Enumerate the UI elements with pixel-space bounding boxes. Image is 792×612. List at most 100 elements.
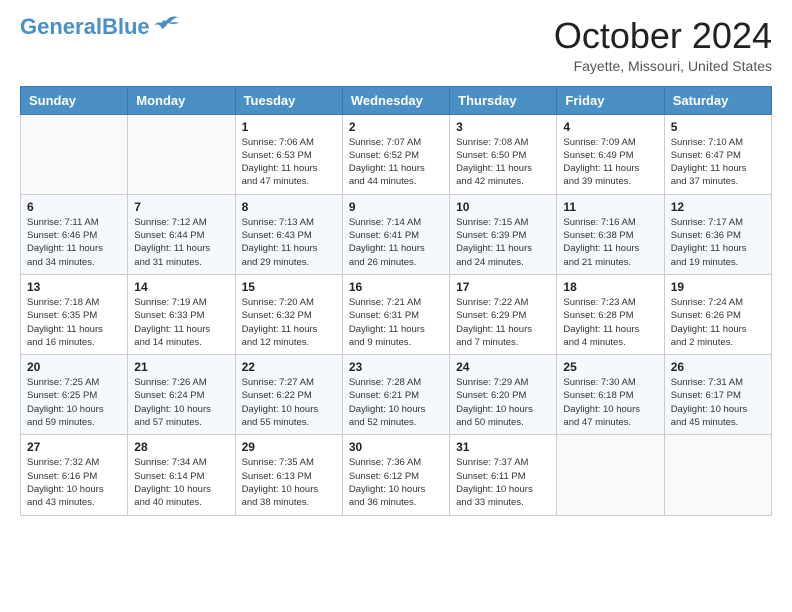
- day-cell: 1 Sunrise: 7:06 AM Sunset: 6:53 PM Daylig…: [235, 114, 342, 194]
- day-cell: 2 Sunrise: 7:07 AM Sunset: 6:52 PM Daylig…: [342, 114, 449, 194]
- day-info: Sunrise: 7:08 AM Sunset: 6:50 PM Dayligh…: [456, 136, 550, 189]
- day-cell: 26 Sunrise: 7:31 AM Sunset: 6:17 PM Dayli…: [664, 355, 771, 435]
- day-info: Sunrise: 7:20 AM Sunset: 6:32 PM Dayligh…: [242, 296, 336, 349]
- day-info: Sunrise: 7:14 AM Sunset: 6:41 PM Dayligh…: [349, 216, 443, 269]
- day-cell: 30 Sunrise: 7:36 AM Sunset: 6:12 PM Dayli…: [342, 435, 449, 515]
- day-info: Sunrise: 7:10 AM Sunset: 6:47 PM Dayligh…: [671, 136, 765, 189]
- day-info: Sunrise: 7:17 AM Sunset: 6:36 PM Dayligh…: [671, 216, 765, 269]
- day-info: Sunrise: 7:18 AM Sunset: 6:35 PM Dayligh…: [27, 296, 121, 349]
- weekday-header-saturday: Saturday: [664, 86, 771, 114]
- day-number: 1: [242, 120, 336, 134]
- week-row-5: 27 Sunrise: 7:32 AM Sunset: 6:16 PM Dayli…: [21, 435, 772, 515]
- day-number: 26: [671, 360, 765, 374]
- week-row-2: 6 Sunrise: 7:11 AM Sunset: 6:46 PM Daylig…: [21, 194, 772, 274]
- day-number: 19: [671, 280, 765, 294]
- weekday-header-friday: Friday: [557, 86, 664, 114]
- day-cell: 6 Sunrise: 7:11 AM Sunset: 6:46 PM Daylig…: [21, 194, 128, 274]
- day-cell: 9 Sunrise: 7:14 AM Sunset: 6:41 PM Daylig…: [342, 194, 449, 274]
- day-info: Sunrise: 7:13 AM Sunset: 6:43 PM Dayligh…: [242, 216, 336, 269]
- logo-text: GeneralBlue: [20, 16, 150, 38]
- day-info: Sunrise: 7:31 AM Sunset: 6:17 PM Dayligh…: [671, 376, 765, 429]
- day-cell: 19Sunrise: 7:24 AM Sunset: 6:26 PM Dayli…: [664, 274, 771, 354]
- day-info: Sunrise: 7:27 AM Sunset: 6:22 PM Dayligh…: [242, 376, 336, 429]
- day-number: 15: [242, 280, 336, 294]
- logo-blue: Blue: [102, 14, 150, 39]
- day-info: Sunrise: 7:35 AM Sunset: 6:13 PM Dayligh…: [242, 456, 336, 509]
- day-cell: 7 Sunrise: 7:12 AM Sunset: 6:44 PM Daylig…: [128, 194, 235, 274]
- day-number: 17: [456, 280, 550, 294]
- day-cell: 18 Sunrise: 7:23 AM Sunset: 6:28 PM Dayli…: [557, 274, 664, 354]
- day-cell: 3 Sunrise: 7:08 AM Sunset: 6:50 PM Daylig…: [450, 114, 557, 194]
- day-number: 21: [134, 360, 228, 374]
- day-number: 16: [349, 280, 443, 294]
- month-title: October 2024: [554, 16, 772, 56]
- day-cell: 8Sunrise: 7:13 AM Sunset: 6:43 PM Daylig…: [235, 194, 342, 274]
- day-info: Sunrise: 7:06 AM Sunset: 6:53 PM Dayligh…: [242, 136, 336, 189]
- day-info: Sunrise: 7:36 AM Sunset: 6:12 PM Dayligh…: [349, 456, 443, 509]
- day-cell: 25 Sunrise: 7:30 AM Sunset: 6:18 PM Dayli…: [557, 355, 664, 435]
- day-cell: 14 Sunrise: 7:19 AM Sunset: 6:33 PM Dayli…: [128, 274, 235, 354]
- day-number: 6: [27, 200, 121, 214]
- day-cell: 22Sunrise: 7:27 AM Sunset: 6:22 PM Dayli…: [235, 355, 342, 435]
- day-info: Sunrise: 7:22 AM Sunset: 6:29 PM Dayligh…: [456, 296, 550, 349]
- day-number: 3: [456, 120, 550, 134]
- logo-general: General: [20, 14, 102, 39]
- day-number: 14: [134, 280, 228, 294]
- day-cell: 29Sunrise: 7:35 AM Sunset: 6:13 PM Dayli…: [235, 435, 342, 515]
- day-number: 30: [349, 440, 443, 454]
- day-cell: 16Sunrise: 7:21 AM Sunset: 6:31 PM Dayli…: [342, 274, 449, 354]
- logo-bird-icon: [152, 13, 180, 33]
- day-info: Sunrise: 7:30 AM Sunset: 6:18 PM Dayligh…: [563, 376, 657, 429]
- day-info: Sunrise: 7:23 AM Sunset: 6:28 PM Dayligh…: [563, 296, 657, 349]
- weekday-header-sunday: Sunday: [21, 86, 128, 114]
- week-row-3: 13Sunrise: 7:18 AM Sunset: 6:35 PM Dayli…: [21, 274, 772, 354]
- day-cell: [128, 114, 235, 194]
- day-number: 2: [349, 120, 443, 134]
- day-cell: 10Sunrise: 7:15 AM Sunset: 6:39 PM Dayli…: [450, 194, 557, 274]
- day-number: 5: [671, 120, 765, 134]
- day-info: Sunrise: 7:07 AM Sunset: 6:52 PM Dayligh…: [349, 136, 443, 189]
- day-number: 20: [27, 360, 121, 374]
- day-info: Sunrise: 7:34 AM Sunset: 6:14 PM Dayligh…: [134, 456, 228, 509]
- day-cell: 5 Sunrise: 7:10 AM Sunset: 6:47 PM Daylig…: [664, 114, 771, 194]
- weekday-header-thursday: Thursday: [450, 86, 557, 114]
- day-info: Sunrise: 7:16 AM Sunset: 6:38 PM Dayligh…: [563, 216, 657, 269]
- page: GeneralBlue October 2024 Fayette, Missou…: [0, 0, 792, 536]
- day-info: Sunrise: 7:25 AM Sunset: 6:25 PM Dayligh…: [27, 376, 121, 429]
- location: Fayette, Missouri, United States: [554, 58, 772, 74]
- day-number: 18: [563, 280, 657, 294]
- day-cell: 24 Sunrise: 7:29 AM Sunset: 6:20 PM Dayli…: [450, 355, 557, 435]
- day-cell: 31Sunrise: 7:37 AM Sunset: 6:11 PM Dayli…: [450, 435, 557, 515]
- weekday-header-monday: Monday: [128, 86, 235, 114]
- day-number: 25: [563, 360, 657, 374]
- day-number: 28: [134, 440, 228, 454]
- day-info: Sunrise: 7:12 AM Sunset: 6:44 PM Dayligh…: [134, 216, 228, 269]
- day-info: Sunrise: 7:15 AM Sunset: 6:39 PM Dayligh…: [456, 216, 550, 269]
- weekday-header-row: SundayMondayTuesdayWednesdayThursdayFrid…: [21, 86, 772, 114]
- day-info: Sunrise: 7:37 AM Sunset: 6:11 PM Dayligh…: [456, 456, 550, 509]
- day-info: Sunrise: 7:29 AM Sunset: 6:20 PM Dayligh…: [456, 376, 550, 429]
- day-cell: [557, 435, 664, 515]
- day-cell: [21, 114, 128, 194]
- day-cell: 28 Sunrise: 7:34 AM Sunset: 6:14 PM Dayli…: [128, 435, 235, 515]
- weekday-header-tuesday: Tuesday: [235, 86, 342, 114]
- day-cell: 17 Sunrise: 7:22 AM Sunset: 6:29 PM Dayli…: [450, 274, 557, 354]
- weekday-header-wednesday: Wednesday: [342, 86, 449, 114]
- day-info: Sunrise: 7:19 AM Sunset: 6:33 PM Dayligh…: [134, 296, 228, 349]
- day-cell: 4Sunrise: 7:09 AM Sunset: 6:49 PM Daylig…: [557, 114, 664, 194]
- day-cell: 21Sunrise: 7:26 AM Sunset: 6:24 PM Dayli…: [128, 355, 235, 435]
- day-number: 27: [27, 440, 121, 454]
- day-number: 11: [563, 200, 657, 214]
- day-info: Sunrise: 7:28 AM Sunset: 6:21 PM Dayligh…: [349, 376, 443, 429]
- day-cell: 27 Sunrise: 7:32 AM Sunset: 6:16 PM Dayli…: [21, 435, 128, 515]
- day-cell: 13Sunrise: 7:18 AM Sunset: 6:35 PM Dayli…: [21, 274, 128, 354]
- calendar: SundayMondayTuesdayWednesdayThursdayFrid…: [20, 86, 772, 516]
- day-number: 9: [349, 200, 443, 214]
- day-info: Sunrise: 7:32 AM Sunset: 6:16 PM Dayligh…: [27, 456, 121, 509]
- header: GeneralBlue October 2024 Fayette, Missou…: [20, 16, 772, 74]
- day-number: 23: [349, 360, 443, 374]
- day-number: 24: [456, 360, 550, 374]
- day-number: 7: [134, 200, 228, 214]
- day-info: Sunrise: 7:11 AM Sunset: 6:46 PM Dayligh…: [27, 216, 121, 269]
- day-cell: [664, 435, 771, 515]
